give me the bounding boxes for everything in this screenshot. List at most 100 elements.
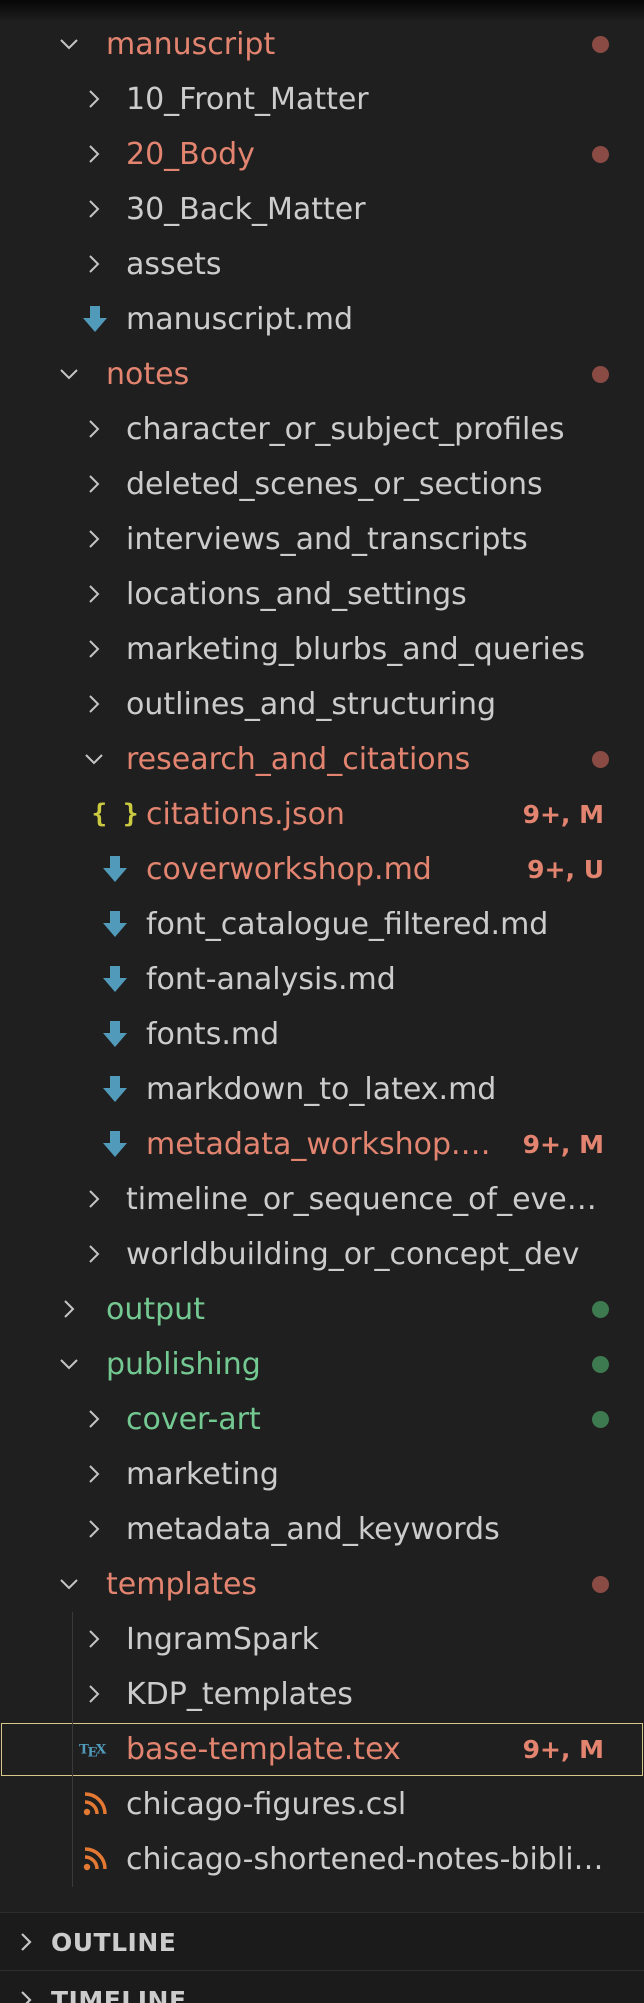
chevron-right-icon[interactable] <box>81 636 107 662</box>
tree-item-label: timeline_or_sequence_of_events <box>126 1182 604 1217</box>
tree-folder-row[interactable]: 10_Front_Matter <box>0 72 644 127</box>
tree-folder-row[interactable]: marketing <box>0 1447 644 1502</box>
panel-title: OUTLINE <box>51 1927 177 1957</box>
tree-item-label: character_or_subject_profiles <box>126 412 565 447</box>
tree-folder-row[interactable]: publishing <box>0 1337 644 1392</box>
chevron-right-icon[interactable] <box>81 1626 107 1652</box>
tree-folder-row[interactable]: KDP_templates <box>0 1667 644 1722</box>
tree-item-label: worldbuilding_or_concept_dev <box>126 1237 580 1272</box>
tree-file-row[interactable]: metadata_workshop.md 9+, M <box>0 1117 644 1172</box>
chevron-right-icon[interactable] <box>81 1516 107 1542</box>
chevron-right-icon[interactable] <box>81 471 107 497</box>
chevron-right-icon[interactable] <box>81 1461 107 1487</box>
tree-file-row[interactable]: font_catalogue_filtered.md <box>0 897 644 952</box>
problem-status-badge: 9+, M <box>522 800 604 829</box>
tree-folder-row[interactable]: assets <box>0 237 644 292</box>
chevron-right-icon[interactable] <box>81 1241 107 1267</box>
tree-item-label: notes <box>106 357 190 392</box>
tree-folder-row[interactable]: cover-art <box>0 1392 644 1447</box>
tree-folder-row[interactable]: character_or_subject_profiles <box>0 402 644 457</box>
tree-file-row[interactable]: fonts.md <box>0 1007 644 1062</box>
git-status-dot <box>592 366 609 383</box>
chevron-right-icon[interactable] <box>81 141 107 167</box>
tree-folder-row[interactable]: output <box>0 1282 644 1337</box>
tree-file-row[interactable]: { } citations.json 9+, M <box>0 787 644 842</box>
chevron-right-icon[interactable] <box>81 86 107 112</box>
tree-folder-row[interactable]: 20_Body <box>0 127 644 182</box>
tree-item-label: IngramSpark <box>126 1622 320 1657</box>
tree-item-label: interviews_and_transcripts <box>126 522 528 557</box>
tree-file-row[interactable]: T E X base-template.tex 9+, M <box>0 1722 644 1777</box>
chevron-down-icon[interactable] <box>56 31 82 57</box>
tree-item-label: locations_and_settings <box>126 577 467 612</box>
tree-file-row[interactable]: manuscript.md <box>0 292 644 347</box>
tree-folder-row[interactable]: manuscript <box>0 17 644 72</box>
tree-item-label: chicago-figures.csl <box>126 1787 407 1822</box>
chevron-right-icon[interactable] <box>14 1930 40 1956</box>
tree-file-row[interactable]: coverworkshop.md 9+, U <box>0 842 644 897</box>
chevron-down-icon[interactable] <box>56 1351 82 1377</box>
tree-folder-row[interactable]: timeline_or_sequence_of_events <box>0 1172 644 1227</box>
git-status-dot <box>592 751 609 768</box>
tree-item-label: .vscode <box>106 0 221 17</box>
chevron-right-icon[interactable] <box>81 1186 107 1212</box>
tree-folder-row[interactable]: templates <box>0 1557 644 1612</box>
chevron-right-icon[interactable] <box>14 1988 40 2003</box>
git-status-dot <box>592 146 609 163</box>
chevron-right-icon[interactable] <box>81 526 107 552</box>
tree-file-row[interactable]: font-analysis.md <box>0 952 644 1007</box>
chevron-right-icon[interactable] <box>81 1406 107 1432</box>
chevron-down-icon[interactable] <box>56 1571 82 1597</box>
panel-title: TIMELINE <box>51 1985 187 2003</box>
tree-file-row[interactable]: markdown_to_latex.md <box>0 1062 644 1117</box>
tree-folder-row[interactable]: metadata_and_keywords <box>0 1502 644 1557</box>
chevron-right-icon[interactable] <box>56 1296 82 1322</box>
tree-item-label: 20_Body <box>126 137 255 172</box>
chevron-right-icon[interactable] <box>56 0 82 2</box>
chevron-right-icon[interactable] <box>81 416 107 442</box>
tree-item-label: citations.json <box>146 797 345 832</box>
rss-file-icon <box>78 1842 112 1876</box>
tree-folder-row[interactable]: 30_Back_Matter <box>0 182 644 237</box>
chevron-right-icon[interactable] <box>81 251 107 277</box>
problem-status-badge: 9+, U <box>527 855 604 884</box>
tree-folder-row[interactable]: outlines_and_structuring <box>0 677 644 732</box>
problem-status-badge: 9+, M <box>522 1130 604 1159</box>
tree-folder-row[interactable]: IngramSpark <box>0 1612 644 1667</box>
indent-guide <box>72 1667 73 1722</box>
tree-item-label: KDP_templates <box>126 1677 353 1712</box>
chevron-down-icon[interactable] <box>81 746 107 772</box>
git-status-dot <box>592 1301 609 1318</box>
tree-item-label: fonts.md <box>146 1017 280 1052</box>
chevron-right-icon[interactable] <box>81 581 107 607</box>
tree-item-label: 10_Front_Matter <box>126 82 369 117</box>
indent-guide <box>72 1832 73 1887</box>
tree-folder-row[interactable]: interviews_and_transcripts <box>0 512 644 567</box>
json-file-icon: { } <box>91 799 139 829</box>
tree-folder-row[interactable]: notes <box>0 347 644 402</box>
chevron-right-icon[interactable] <box>81 691 107 717</box>
chevron-right-icon[interactable] <box>81 196 107 222</box>
git-status-dot <box>592 1356 609 1373</box>
chevron-down-icon[interactable] <box>56 361 82 387</box>
tree-file-row[interactable]: chicago-figures.csl <box>0 1777 644 1832</box>
tree-folder-row[interactable]: deleted_scenes_or_sections <box>0 457 644 512</box>
tree-item-label: cover-art <box>126 1402 261 1437</box>
explorer-view: .vscode manuscript 10_Front_Matter 20_Body 3… <box>0 0 644 2003</box>
markdown-file-icon <box>98 1017 132 1051</box>
chevron-right-icon[interactable] <box>81 1681 107 1707</box>
tree-item-label: 30_Back_Matter <box>126 192 366 227</box>
tree-file-row[interactable]: chicago-shortened-notes-bibliog... <box>0 1832 644 1887</box>
markdown-file-icon <box>98 962 132 996</box>
tree-folder-row[interactable]: research_and_citations <box>0 732 644 787</box>
tree-item-label: deleted_scenes_or_sections <box>126 467 543 502</box>
tree-folder-row[interactable]: worldbuilding_or_concept_dev <box>0 1227 644 1282</box>
panel-header-outline[interactable]: OUTLINE <box>0 1912 644 1971</box>
panel-header-timeline[interactable]: TIMELINE <box>0 1970 644 2003</box>
rss-file-icon <box>78 1787 112 1821</box>
tree-folder-row[interactable]: .vscode <box>0 0 644 17</box>
tree-item-label: chicago-shortened-notes-bibliog... <box>126 1842 604 1877</box>
tree-folder-row[interactable]: locations_and_settings <box>0 567 644 622</box>
tree-folder-row[interactable]: marketing_blurbs_and_queries <box>0 622 644 677</box>
indent-guide <box>72 1722 73 1777</box>
